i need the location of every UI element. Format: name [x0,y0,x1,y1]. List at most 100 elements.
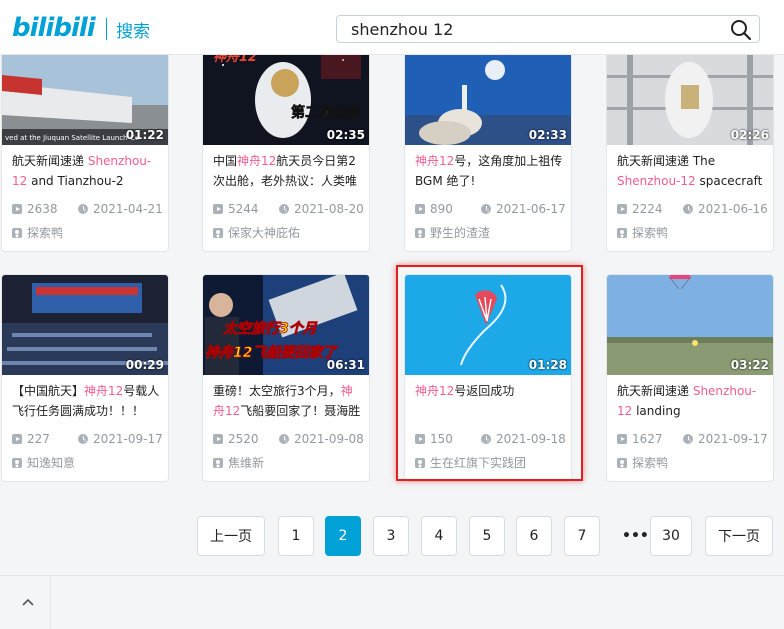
video-meta: 1627 2021-09-17 [617,430,773,448]
next-page-button[interactable]: 下一页 [705,516,773,556]
upload-date: 2021-08-20 [294,202,364,216]
search-box [336,15,760,43]
view-count: 150 [430,432,453,446]
page-button[interactable]: 1 [278,516,314,556]
video-duration: 02:26 [730,128,769,142]
upload-date: 2021-09-17 [93,432,163,446]
video-title[interactable]: 航天新闻速递 Shenzhou-12 and Tianzhou-2 arrive… [12,151,162,193]
video-card[interactable]: 神舟12 第二次出舱 02:35 中国神舟12航天员今日第2次出舱，老外热议：人… [202,44,370,252]
title-text-segment: 航天新闻速递 The [617,154,716,168]
page-button-last[interactable]: 30 [650,516,692,556]
video-title[interactable]: 中国神舟12航天员今日第2次出舱，老外热议：人类唯 [213,151,363,193]
video-thumbnail[interactable]: ved at the Jiuquan Satellite Launch Ce 0… [2,45,168,145]
uploader[interactable]: 探索鸭 [617,224,668,241]
title-text-segment: 【中国航天】 [12,384,85,398]
thumbnail-overlay-second: 神舟12飞船要回家了 [205,344,338,361]
video-title[interactable]: 航天新闻速递 The Shenzhou-12 spacecraft [617,151,767,193]
uploader[interactable]: 保家大神庇佑 [213,224,300,241]
title-keyword-highlight: 神舟12 [415,384,455,398]
video-thumbnail[interactable]: 03:22 [607,275,773,375]
view-count: 2520 [228,432,259,446]
video-duration: 03:22 [730,358,769,372]
uploader-icon [12,227,22,238]
video-thumbnail[interactable]: 太空旅行3个月 神舟12飞船要回家了 06:31 [203,275,369,375]
video-meta: 2520 2021-09-08 [213,430,369,448]
video-card[interactable]: 太空旅行3个月 神舟12飞船要回家了 06:31 重磅！太空旅行3个月，神舟12… [202,274,370,482]
title-text-segment: landing [632,404,681,418]
view-count: 890 [430,202,453,216]
video-card[interactable]: 00:29 【中国航天】神舟12号载人飞行任务圆满成功！！！ 227 2021-… [1,274,169,482]
title-keyword-highlight: 神舟12 [237,154,277,168]
video-thumbnail[interactable]: 01:28 [405,275,571,375]
title-text-segment: spacecraft [695,174,763,188]
upload-date: 2021-09-18 [496,432,566,446]
view-count: 1627 [632,432,663,446]
uploader[interactable]: 探索鸭 [617,454,668,471]
back-to-top-chevron-up-icon[interactable] [14,590,42,614]
uploader[interactable]: 探索鸭 [12,224,63,241]
view-count: 2224 [632,202,663,216]
uploader[interactable]: 野生的渣渣 [415,224,490,241]
uploader[interactable]: 知逸知意 [12,454,75,471]
uploader[interactable]: 焦维新 [213,454,264,471]
bilibili-logo[interactable]: bilibili | 搜索 [12,11,150,45]
play-count-icon [12,434,22,444]
video-card[interactable]: 02:33 神舟12号，这角度加上祖传BGM 绝了! 890 2021-06-1… [404,44,572,252]
page-button[interactable]: 5 [469,516,505,556]
video-title[interactable]: 重磅！太空旅行3个月，神舟12飞船要回家了！聂海胜 [213,381,363,423]
prev-page-button[interactable]: 上一页 [197,516,265,556]
title-keyword-highlight: Shenzhou-12 [617,174,696,188]
page-button-current[interactable]: 2 [325,516,361,556]
pagination-ellipsis: ••• [622,528,649,544]
page-button[interactable]: 6 [516,516,552,556]
title-text-segment: and Tianzhou-2 arrived at [31,174,124,188]
video-duration: 02:35 [326,128,365,142]
video-meta: 2224 2021-06-16 [617,200,773,218]
video-duration: 01:22 [125,128,164,142]
video-title[interactable]: 航天新闻速递 Shenzhou-12 landing [617,381,767,423]
page-button[interactable]: 4 [421,516,457,556]
title-keyword-highlight: 神舟12 [84,384,124,398]
uploader-icon [415,457,425,468]
clock-icon [481,434,491,444]
uploader-name: 探索鸭 [632,456,669,470]
upload-date: 2021-06-17 [496,202,566,216]
uploader-name: 野生的渣渣 [430,226,491,240]
video-title[interactable]: 神舟12号返回成功 [415,381,565,423]
video-thumbnail[interactable]: 02:33 [405,45,571,145]
thumbnail-overlay: 第二次出舱 [291,104,362,121]
video-card[interactable]: 03:22 航天新闻速递 Shenzhou-12 landing 1627 20… [606,274,774,482]
search-input[interactable] [337,16,717,42]
page-button[interactable]: 7 [564,516,600,556]
clock-icon [683,204,693,214]
video-duration: 00:29 [125,358,164,372]
upload-date: 2021-06-16 [698,202,768,216]
title-keyword-highlight: 神舟12 [415,154,455,168]
video-meta: 5244 2021-08-20 [213,200,369,218]
pagination: 上一页 1 2 3 4 5 6 7 ••• 30 下一页 [0,516,784,556]
clock-icon [78,204,88,214]
page-button[interactable]: 3 [373,516,409,556]
clock-icon [481,204,491,214]
title-text-segment: 中国 [213,154,238,168]
video-card[interactable]: 02:26 航天新闻速递 The Shenzhou-12 spacecraft … [606,44,774,252]
video-meta: 2638 2021-04-21 [12,200,168,218]
video-card[interactable]: 01:28 神舟12号返回成功 150 2021-09-18 生在红旗下实践团 [404,274,572,482]
video-card[interactable]: ved at the Jiuquan Satellite Launch Ce 0… [1,44,169,252]
search-icon[interactable] [729,18,753,42]
uploader-name: 焦维新 [228,456,265,470]
logo-subtitle: 搜索 [116,21,151,42]
title-text-segment: 重磅！太空旅行3个月， [213,384,341,398]
clock-icon [78,434,88,444]
uploader-name: 保家大神庇佑 [228,226,301,240]
video-thumbnail[interactable]: 神舟12 第二次出舱 02:35 [203,45,369,145]
play-count-icon [213,434,223,444]
play-count-icon [415,434,425,444]
uploader[interactable]: 生在红旗下实践团 [415,454,526,471]
uploader-name: 知逸知意 [27,456,76,470]
video-thumbnail[interactable]: 00:29 [2,275,168,375]
uploader-icon [12,457,22,468]
video-title[interactable]: 【中国航天】神舟12号载人飞行任务圆满成功！！！ [12,381,162,423]
video-thumbnail[interactable]: 02:26 [607,45,773,145]
video-title[interactable]: 神舟12号，这角度加上祖传BGM 绝了! [415,151,565,193]
